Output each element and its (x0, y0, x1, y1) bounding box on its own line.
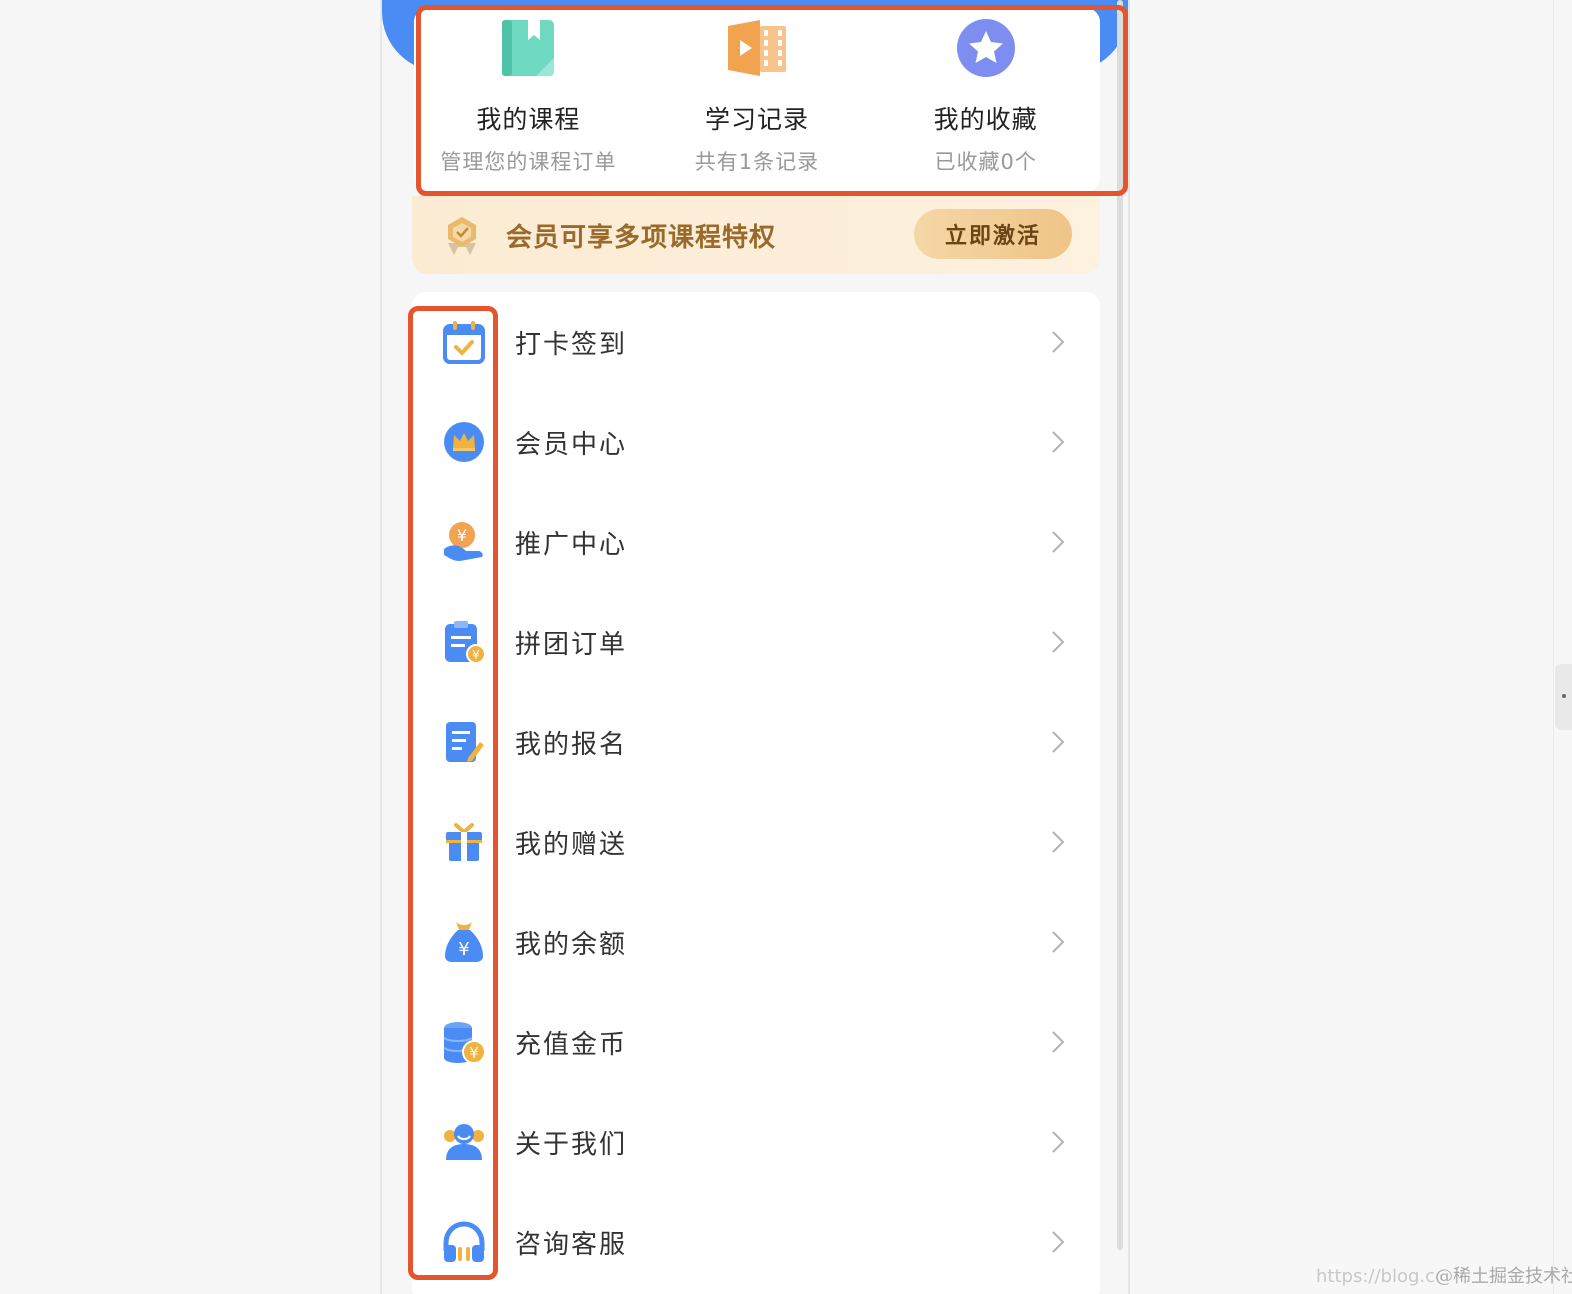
menu-item-promotion-center[interactable]: ¥ 推广中心 (412, 492, 1100, 592)
menu-item-group-orders[interactable]: ¥ 拼团订单 (412, 592, 1100, 692)
svg-text:¥: ¥ (458, 939, 469, 960)
watermark-text: @稀土掘金技术社区 (1435, 1266, 1572, 1287)
svg-text:¥: ¥ (469, 1044, 479, 1062)
page-edge-line (1553, 0, 1554, 1294)
activate-vip-button[interactable]: 立即激活 (914, 209, 1072, 259)
scrollbar[interactable] (1117, 0, 1123, 1250)
menu-item-label: 会员中心 (515, 429, 628, 460)
coins-icon: ¥ (442, 1020, 486, 1064)
menu-item-label: 打卡签到 (515, 329, 628, 360)
quick-link-subtitle: 共有1条记录 (694, 150, 820, 174)
quick-links-card: 我的课程 管理您的课程订单 学习记录 共有1条记录 我的收藏 已收藏0个 (414, 8, 1100, 192)
menu-item-label: 拼团订单 (515, 629, 628, 660)
quick-link-study-records[interactable]: 学习记录 共有1条记录 (652, 8, 862, 176)
book-icon (496, 16, 560, 80)
quick-link-my-courses[interactable]: 我的课程 管理您的课程订单 (423, 8, 633, 176)
chevron-right-icon (1052, 831, 1065, 853)
quick-link-favorites[interactable]: 我的收藏 已收藏0个 (881, 8, 1091, 176)
menu-item-top-up-coins[interactable]: ¥ 充值金币 (412, 992, 1100, 1092)
watermark-faded-url: https://blog.c (1316, 1266, 1436, 1287)
crown-icon (442, 420, 486, 464)
svg-text:¥: ¥ (472, 648, 480, 662)
gift-icon (442, 820, 486, 864)
menu-item-label: 我的余额 (515, 929, 628, 960)
star-icon (954, 16, 1018, 80)
money-bag-icon: ¥ (442, 920, 486, 964)
vip-banner-text: 会员可享多项课程特权 (506, 222, 777, 253)
hand-coin-icon: ¥ (442, 520, 486, 564)
menu-item-label: 推广中心 (515, 529, 628, 560)
menu-item-label: 我的赠送 (515, 829, 628, 860)
side-panel-handle[interactable] (1555, 664, 1572, 730)
quick-link-subtitle: 管理您的课程订单 (440, 150, 617, 174)
quick-link-title: 我的收藏 (933, 105, 1038, 134)
handle-grip-icon (1562, 694, 1566, 698)
chevron-right-icon (1052, 731, 1065, 753)
menu-item-label: 我的报名 (515, 729, 628, 760)
chevron-right-icon (1052, 331, 1065, 353)
menu-item-my-gifts[interactable]: 我的赠送 (412, 792, 1100, 892)
quick-link-title: 学习记录 (704, 105, 809, 134)
chevron-right-icon (1052, 1231, 1065, 1253)
menu-item-label: 咨询客服 (515, 1229, 628, 1260)
menu-item-label: 充值金币 (515, 1029, 628, 1060)
menu-item-vip-center[interactable]: 会员中心 (412, 392, 1100, 492)
chevron-right-icon (1052, 631, 1065, 653)
menu-item-label: 关于我们 (515, 1129, 628, 1160)
chevron-right-icon (1052, 531, 1065, 553)
menu-list: 打卡签到 会员中心 ¥ 推广中心 ¥ 拼团订单 我的报名 我的赠送 ¥ 我的余额… (412, 292, 1100, 1294)
chevron-right-icon (1052, 931, 1065, 953)
menu-item-about-us[interactable]: 关于我们 (412, 1092, 1100, 1192)
calendar-check-icon (442, 320, 486, 364)
watermark: https://blog.c@稀土掘金技术社区 (1316, 1262, 1572, 1288)
vip-badge-icon (444, 215, 480, 255)
edit-form-icon (442, 720, 486, 764)
vip-promo-banner[interactable]: 会员可享多项课程特权 立即激活 (412, 196, 1100, 274)
phone-screen: 我的课程 管理您的课程订单 学习记录 共有1条记录 我的收藏 已收藏0个 会员可… (380, 0, 1130, 1294)
menu-item-check-in[interactable]: 打卡签到 (412, 292, 1100, 392)
svg-text:¥: ¥ (457, 526, 467, 545)
video-record-icon (725, 16, 789, 80)
menu-item-my-registrations[interactable]: 我的报名 (412, 692, 1100, 792)
user-icon (442, 1120, 486, 1164)
menu-item-customer-service[interactable]: 咨询客服 (412, 1192, 1100, 1292)
menu-item-my-balance[interactable]: ¥ 我的余额 (412, 892, 1100, 992)
clipboard-icon: ¥ (442, 620, 486, 664)
quick-link-title: 我的课程 (476, 105, 581, 134)
chevron-right-icon (1052, 431, 1065, 453)
chevron-right-icon (1052, 1131, 1065, 1153)
quick-link-subtitle: 已收藏0个 (934, 150, 1037, 174)
chevron-right-icon (1052, 1031, 1065, 1053)
headset-icon (442, 1220, 486, 1264)
